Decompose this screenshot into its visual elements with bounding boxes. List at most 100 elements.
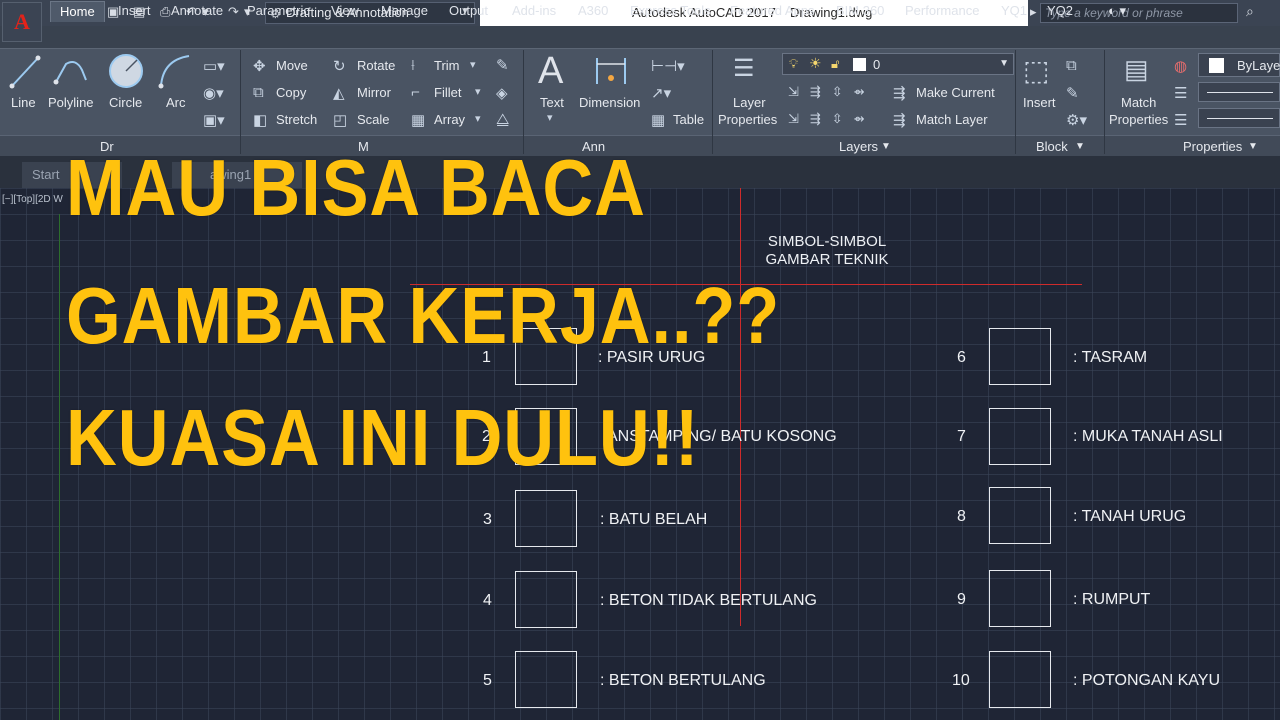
- hatch-icon[interactable]: ◉▾: [203, 84, 224, 102]
- stretch-icon[interactable]: ◧: [253, 111, 267, 129]
- copy-button[interactable]: Copy: [276, 85, 306, 100]
- tab-yq1[interactable]: YQ1: [1001, 3, 1027, 18]
- make-current-button[interactable]: Make Current: [916, 85, 995, 100]
- leader-icon[interactable]: ↗▾: [651, 84, 671, 102]
- fillet-icon[interactable]: ⌐: [411, 84, 420, 101]
- edit-block-icon[interactable]: ✎: [1066, 84, 1079, 102]
- layer-stack-icon[interactable]: ☰: [733, 54, 755, 83]
- tab-yq2[interactable]: YQ2: [1047, 3, 1073, 18]
- layer-properties-line2[interactable]: Properties: [718, 112, 777, 127]
- tab-express-tools[interactable]: Express Tools: [630, 3, 711, 18]
- rotate-button[interactable]: Rotate: [357, 58, 395, 73]
- tab-annotate[interactable]: Annotate: [171, 3, 223, 18]
- tab-performance[interactable]: Performance: [905, 3, 979, 18]
- layer-dropdown[interactable]: 💡︎ ☀ 🔓︎ 0 ▼: [782, 53, 1014, 75]
- rectangle-icon[interactable]: ▭▾: [203, 57, 225, 75]
- layers-panel-title[interactable]: Layers: [839, 139, 878, 154]
- viewport-controls[interactable]: [−][Top][2D W: [2, 194, 63, 205]
- polyline-button[interactable]: Polyline: [48, 95, 94, 110]
- properties-panel-title[interactable]: Properties: [1183, 139, 1242, 154]
- chevron-down-icon[interactable]: ▾: [475, 85, 481, 98]
- color-dropdown[interactable]: ByLayer: [1198, 53, 1280, 77]
- copy-icon[interactable]: ⧉: [253, 84, 264, 101]
- binoculars-icon[interactable]: ⌕: [1246, 3, 1254, 20]
- chevron-down-icon[interactable]: ▼: [1248, 141, 1258, 152]
- tab-output[interactable]: Output: [449, 3, 488, 18]
- polyline-icon[interactable]: [52, 54, 90, 90]
- match-properties-line2[interactable]: Properties: [1109, 112, 1168, 127]
- tab-a360[interactable]: A360: [578, 3, 608, 18]
- chevron-down-icon[interactable]: ▾: [470, 58, 476, 71]
- table-button[interactable]: Table: [673, 112, 704, 127]
- scale-button[interactable]: Scale: [357, 112, 390, 127]
- explode-icon[interactable]: ◈: [496, 84, 508, 102]
- match-layer-button[interactable]: Match Layer: [916, 112, 988, 127]
- color-wheel-icon[interactable]: ◍: [1174, 57, 1187, 75]
- linear-dimension-icon[interactable]: ⊢⊣▾: [651, 57, 685, 75]
- attribute-icon[interactable]: ⚙▾: [1066, 111, 1087, 129]
- color-swatch: [1209, 58, 1224, 73]
- layer-properties-line1[interactable]: Layer: [733, 95, 766, 110]
- tab-home[interactable]: Home: [50, 1, 105, 22]
- insert-button[interactable]: Insert: [1023, 95, 1056, 110]
- application-menu-button[interactable]: A: [2, 2, 42, 42]
- line-icon[interactable]: [8, 52, 42, 92]
- table-icon[interactable]: ▦: [651, 111, 665, 129]
- circle-icon[interactable]: [107, 52, 145, 90]
- lineweight-dropdown[interactable]: [1198, 82, 1280, 102]
- chevron-down-icon[interactable]: ▾: [475, 112, 481, 125]
- create-block-icon[interactable]: ⧉: [1066, 57, 1077, 74]
- tab-featured-apps[interactable]: Featured Apps: [730, 3, 815, 18]
- tab-parametric[interactable]: Parametric: [247, 3, 310, 18]
- tab-insert[interactable]: Insert: [118, 3, 151, 18]
- current-layer-name: 0: [873, 57, 881, 72]
- boundary-icon[interactable]: ▣▾: [203, 111, 225, 129]
- fillet-button[interactable]: Fillet: [434, 85, 461, 100]
- match-properties-icon[interactable]: ▤: [1124, 54, 1149, 85]
- array-button[interactable]: Array: [434, 112, 465, 127]
- arc-icon[interactable]: [157, 52, 195, 90]
- chevron-down-icon[interactable]: ▾: [547, 111, 553, 124]
- move-icon[interactable]: ✥: [253, 57, 266, 75]
- line-button[interactable]: Line: [11, 95, 36, 110]
- array-icon[interactable]: ▦: [411, 111, 425, 129]
- tab-bim-360[interactable]: BIM 360: [836, 3, 884, 18]
- scale-icon[interactable]: ◰: [333, 111, 347, 129]
- offset-icon[interactable]: ⧋: [496, 111, 509, 128]
- layer-color-swatch: [853, 58, 866, 71]
- arrow-right-icon[interactable]: ▸: [1030, 4, 1037, 20]
- chevron-down-icon[interactable]: ▼: [881, 141, 891, 152]
- block-panel-title[interactable]: Block: [1036, 139, 1068, 154]
- linetype-dropdown[interactable]: [1198, 108, 1280, 128]
- lineweight-icon[interactable]: ☰: [1174, 84, 1187, 102]
- match-properties-line1[interactable]: Match: [1121, 95, 1156, 110]
- make-current-icon[interactable]: ⇶: [893, 84, 906, 102]
- stretch-button[interactable]: Stretch: [276, 112, 317, 127]
- mirror-button[interactable]: Mirror: [357, 85, 391, 100]
- insert-block-icon[interactable]: ⬚: [1023, 54, 1049, 87]
- panel-toggle-icon[interactable]: ◐ ▾: [1108, 3, 1126, 19]
- dimension-button[interactable]: Dimension: [579, 95, 640, 110]
- trim-button[interactable]: Trim: [434, 58, 460, 73]
- circle-button[interactable]: Circle: [109, 95, 142, 110]
- tab-add-ins[interactable]: Add-ins: [512, 3, 556, 18]
- tab-manage[interactable]: Manage: [381, 3, 428, 18]
- linetype-icon[interactable]: ☰: [1174, 111, 1187, 129]
- text-button[interactable]: Text: [540, 95, 564, 110]
- mirror-icon[interactable]: ◭: [333, 84, 345, 102]
- dimension-icon[interactable]: [593, 54, 629, 90]
- redo-icon[interactable]: ↷: [228, 4, 239, 20]
- layer-tools-icon[interactable]: ⇲⇶⇳⇴: [788, 84, 876, 100]
- ucs-y-axis: [59, 214, 60, 720]
- rotate-icon[interactable]: ↻: [333, 57, 346, 75]
- arc-button[interactable]: Arc: [166, 95, 186, 110]
- plot-icon[interactable]: ⎙: [160, 4, 170, 20]
- tab-view[interactable]: View: [331, 3, 359, 18]
- move-button[interactable]: Move: [276, 58, 308, 73]
- layer-state-icon[interactable]: ⇲⇶⇳⇴: [788, 111, 876, 127]
- chevron-down-icon[interactable]: ▼: [1075, 141, 1085, 152]
- match-layer-icon[interactable]: ⇶: [893, 111, 906, 129]
- text-icon[interactable]: A: [538, 50, 563, 93]
- erase-icon[interactable]: ✎: [496, 56, 509, 74]
- trim-icon[interactable]: ⟊: [411, 57, 415, 74]
